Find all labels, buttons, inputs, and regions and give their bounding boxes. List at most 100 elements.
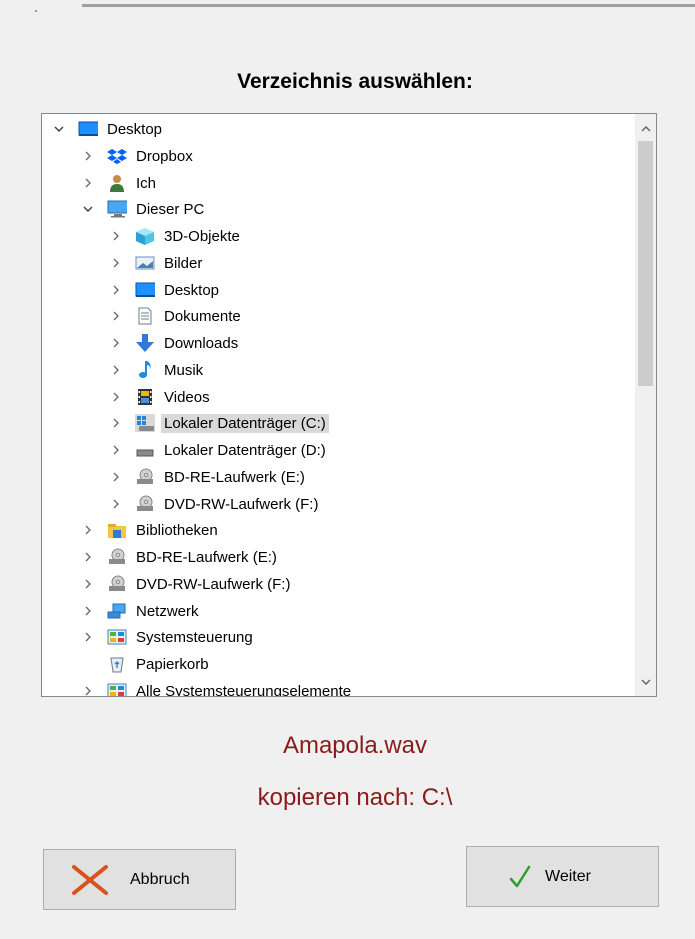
optical-drive-icon: [107, 548, 127, 566]
cancel-button-label: Abbruch: [130, 870, 190, 888]
tree-item-label: Papierkorb: [136, 655, 209, 673]
tree-item-dropbox[interactable]: Dropbox: [81, 145, 196, 167]
tree-item-bibliotheken[interactable]: Bibliotheken: [81, 519, 221, 541]
scroll-up-arrow-icon[interactable]: [635, 118, 656, 139]
documents-icon: [135, 307, 155, 325]
tree-item-downloads[interactable]: Downloads: [109, 332, 241, 354]
tree-item-label: Lokaler Datenträger (D:): [164, 441, 326, 459]
tree-item-desktop-pc[interactable]: Desktop: [109, 279, 222, 301]
tree-item-bd-re-e[interactable]: BD-RE-Laufwerk (E:): [109, 466, 308, 488]
scrollbar-thumb[interactable]: [638, 141, 653, 386]
tree-item-label: Alle Systemsteuerungselemente: [136, 682, 352, 697]
music-icon: [135, 361, 155, 379]
dialog-title: Verzeichnis auswählen:: [237, 70, 473, 93]
chevron-down-icon[interactable]: [81, 202, 95, 216]
tree-item-label: Downloads: [164, 334, 239, 352]
optical-drive-icon: [135, 495, 155, 513]
tree-item-label: Systemsteuerung: [136, 628, 253, 646]
computer-icon: [107, 200, 127, 218]
chevron-right-icon[interactable]: [109, 470, 123, 484]
chevron-right-icon[interactable]: [109, 443, 123, 457]
tree-item-dokumente[interactable]: Dokumente: [109, 305, 244, 327]
tree-item-dieser-pc[interactable]: Dieser PC: [81, 198, 207, 220]
desktop-icon: [135, 281, 155, 299]
libraries-icon: [107, 521, 127, 539]
next-button-label: Weiter: [545, 867, 591, 885]
control-panel-icon: [107, 628, 127, 646]
tree-item-alle-systemsteuerungselemente[interactable]: Alle Systemsteuerungselemente: [81, 680, 354, 696]
tree-item-label: Ich: [136, 174, 157, 192]
dropbox-icon: [107, 147, 127, 165]
tree-item-label: Desktop: [107, 120, 163, 138]
user-icon: [107, 174, 127, 192]
tree-item-desktop[interactable]: Desktop: [52, 118, 165, 140]
tree-item-netzwerk[interactable]: Netzwerk: [81, 600, 202, 622]
optical-drive-icon: [135, 468, 155, 486]
chevron-right-icon[interactable]: [109, 309, 123, 323]
chevron-right-icon[interactable]: [109, 256, 123, 270]
top-divider: [82, 4, 695, 7]
tree-item-dvd-rw-f[interactable]: DVD-RW-Laufwerk (F:): [109, 493, 321, 515]
chevron-right-icon[interactable]: [81, 523, 95, 537]
tree-item-label: Videos: [164, 388, 210, 406]
network-icon: [107, 602, 127, 620]
chevron-right-icon[interactable]: [109, 363, 123, 377]
tree-item-musik[interactable]: Musik: [109, 359, 206, 381]
tree-item-bd-re-e-root[interactable]: BD-RE-Laufwerk (E:): [81, 546, 280, 568]
tree-item-label: Musik: [164, 361, 204, 379]
vertical-scrollbar[interactable]: [635, 114, 656, 696]
videos-icon: [135, 388, 155, 406]
chevron-right-icon[interactable]: [81, 550, 95, 564]
control-panel-icon: [107, 682, 127, 696]
chevron-right-icon[interactable]: [109, 497, 123, 511]
chevron-right-icon[interactable]: [109, 283, 123, 297]
tree-item-bilder[interactable]: Bilder: [109, 252, 205, 274]
optical-drive-icon: [107, 575, 127, 593]
chevron-right-icon[interactable]: [81, 149, 95, 163]
tree-item-label: DVD-RW-Laufwerk (F:): [136, 575, 291, 593]
tree-item-label: Dieser PC: [136, 200, 205, 218]
tree-item-drive-d[interactable]: Lokaler Datenträger (D:): [109, 439, 329, 461]
tree-item-label: Desktop: [164, 281, 220, 299]
tree-item-label: Bilder: [164, 254, 203, 272]
recycle-bin-icon: [107, 655, 127, 673]
chevron-right-icon[interactable]: [81, 604, 95, 618]
tree-item-label: Dokumente: [164, 307, 241, 325]
chevron-right-icon[interactable]: [109, 390, 123, 404]
tree-item-label: Lokaler Datenträger (C:): [161, 413, 329, 433]
3d-objects-icon: [135, 227, 155, 245]
copy-target-text: kopieren nach: C:\: [257, 784, 453, 811]
tree-item-label: Netzwerk: [136, 602, 199, 620]
chevron-right-icon[interactable]: [81, 684, 95, 696]
chevron-right-icon[interactable]: [109, 229, 123, 243]
cancel-button[interactable]: Abbruch: [43, 849, 236, 910]
tree-item-label: Bibliotheken: [136, 521, 218, 539]
chevron-right-icon[interactable]: [109, 416, 123, 430]
tree-item-drive-c[interactable]: Lokaler Datenträger (C:): [109, 412, 329, 434]
artifact-dot: [35, 10, 37, 12]
tree-item-label: BD-RE-Laufwerk (E:): [164, 468, 305, 486]
tree-item-dvd-rw-f-root[interactable]: DVD-RW-Laufwerk (F:): [81, 573, 293, 595]
tree-item-papierkorb[interactable]: Papierkorb: [81, 653, 212, 675]
tree-item-ich[interactable]: Ich: [81, 172, 159, 194]
tree-item-label: Dropbox: [136, 147, 193, 165]
downloads-icon: [135, 334, 155, 352]
folder-tree[interactable]: Desktop Dropbox Ich Dieser PC 3D-Objekte: [41, 113, 657, 697]
chevron-right-icon[interactable]: [81, 630, 95, 644]
chevron-right-icon[interactable]: [81, 176, 95, 190]
tree-item-label: 3D-Objekte: [164, 227, 240, 245]
checkmark-icon: [509, 865, 531, 889]
tree-item-systemsteuerung[interactable]: Systemsteuerung: [81, 626, 256, 648]
next-button[interactable]: Weiter: [466, 846, 659, 907]
source-file-text: Amapola.wav: [282, 732, 428, 759]
cross-icon: [70, 864, 110, 896]
tree-item-3d-objekte[interactable]: 3D-Objekte: [109, 225, 243, 247]
windows-drive-icon: [135, 414, 155, 432]
drive-icon: [135, 441, 155, 459]
tree-item-videos[interactable]: Videos: [109, 386, 213, 408]
scroll-down-arrow-icon[interactable]: [635, 671, 656, 692]
pictures-icon: [135, 254, 155, 272]
chevron-right-icon[interactable]: [109, 336, 123, 350]
chevron-right-icon[interactable]: [81, 577, 95, 591]
chevron-down-icon[interactable]: [52, 122, 66, 136]
